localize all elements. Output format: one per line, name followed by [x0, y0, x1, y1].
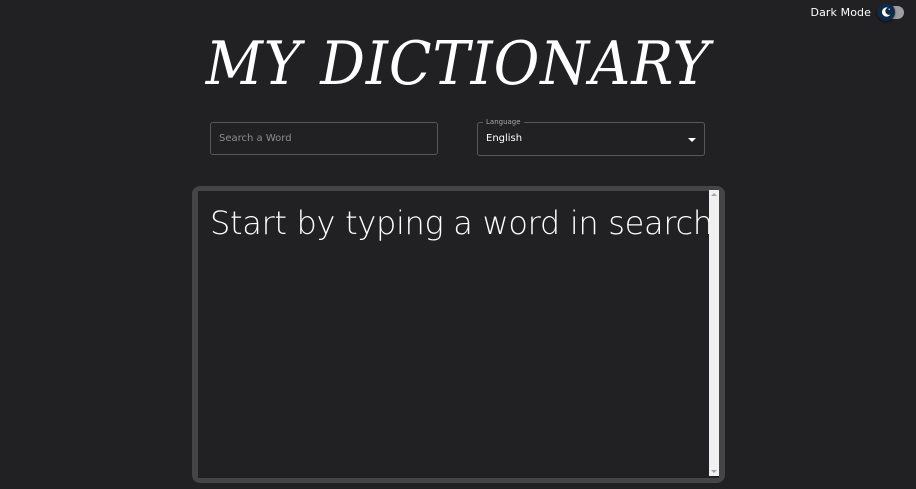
language-selected-value[interactable]: English [486, 133, 522, 144]
result-content: Start by typing a word in search [198, 191, 719, 478]
result-scrollbar[interactable] [709, 190, 719, 476]
result-panel: Start by typing a word in search [192, 186, 725, 483]
dictionary-page: Dark Mode MY DICTIONARY Language English… [0, 0, 916, 489]
language-select-label: Language [483, 117, 524, 127]
dark-mode-label: Dark Mode [810, 5, 871, 19]
scroll-up-arrow-icon[interactable] [711, 193, 717, 196]
scroll-down-arrow-icon[interactable] [711, 470, 717, 473]
language-select[interactable]: Language English [477, 117, 705, 156]
page-title: MY DICTIONARY [205, 29, 711, 99]
caret-down-icon[interactable] [688, 138, 696, 142]
moon-icon [881, 7, 891, 17]
dark-mode-toggle-group: Dark Mode [811, 3, 905, 21]
search-field[interactable] [210, 122, 438, 155]
dark-mode-switch[interactable] [877, 3, 905, 21]
search-input[interactable] [211, 123, 437, 154]
switch-thumb[interactable] [877, 3, 895, 21]
result-message: Start by typing a word in search [210, 204, 713, 242]
